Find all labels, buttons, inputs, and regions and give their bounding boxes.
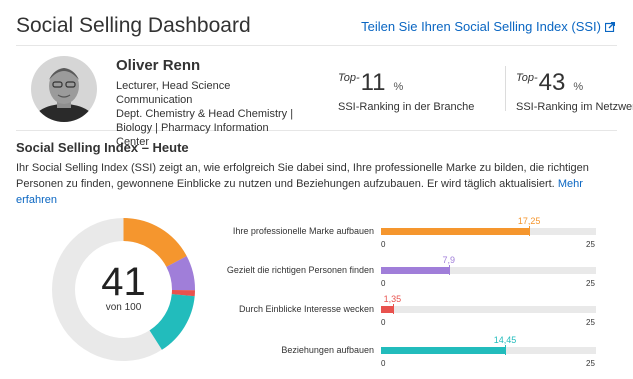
axis-tick-min: 0 (381, 359, 386, 368)
ssi-description: Ihr Social Selling Index (SSI) zeigt an,… (16, 160, 622, 208)
bar-fill[interactable] (381, 347, 506, 354)
profile-card: Oliver Renn Lecturer, Head Science Commu… (16, 46, 633, 148)
ssi-section-title: Social Selling Index – Heute (16, 140, 189, 155)
profile-name[interactable]: Oliver Renn (116, 57, 200, 74)
rank-value: 43 (538, 69, 566, 96)
axis-tick-max: 25 (586, 318, 595, 327)
bar-fill[interactable] (381, 306, 393, 313)
axis-tick-min: 0 (381, 240, 386, 249)
rank-label: SSI-Ranking im Netzwerk (516, 101, 633, 113)
bar-fill[interactable] (381, 228, 530, 235)
bar-value-label: 14,45 (493, 335, 517, 345)
axis-tick-max: 25 (586, 240, 595, 249)
page-title: Social Selling Dashboard (16, 14, 251, 37)
rank-prefix: Top- (338, 72, 360, 84)
ssi-description-text: Ihr Social Selling Index (SSI) zeigt an,… (16, 162, 589, 190)
bar-track (381, 226, 596, 236)
bar-marker (529, 226, 531, 236)
bar-track (381, 345, 596, 355)
bar-value-label: 1,35 (383, 294, 402, 304)
bar-marker (392, 304, 394, 314)
headline-line: Lecturer, Head Science Communication (116, 80, 231, 106)
bar-category-label: Durch Einblicke Interesse wecken (238, 304, 374, 314)
bar-category-label: Gezielt die richtigen Personen finden (226, 265, 374, 275)
share-ssi-label: Teilen Sie Ihren Social Selling Index (S… (361, 19, 601, 34)
axis-tick-min: 0 (381, 318, 386, 327)
bar-fill[interactable] (381, 267, 449, 274)
dashboard-header: Social Selling Dashboard Teilen Sie Ihre… (16, 0, 617, 46)
bar-track (381, 304, 596, 314)
bar-value-label: 7,9 (442, 255, 455, 265)
rank-unit: % (573, 81, 584, 93)
network-ranking: Top-43% SSI-Ranking im Netzwerk (516, 66, 633, 114)
bar-category-label: Beziehungen aufbauen (281, 345, 374, 355)
profile-headline: Lecturer, Head Science Communication Dep… (116, 79, 296, 149)
headline-line: Dept. Chemistry & Head Chemistry | (116, 108, 294, 120)
industry-ranking: Top-11% SSI-Ranking in der Branche (338, 66, 506, 113)
bar-marker (448, 265, 450, 275)
rank-label: SSI-Ranking in der Branche (338, 101, 475, 113)
axis-tick-max: 25 (586, 359, 595, 368)
avatar[interactable] (31, 56, 97, 122)
share-ssi-link[interactable]: Teilen Sie Ihren Social Selling Index (S… (361, 19, 615, 34)
axis-tick-min: 0 (381, 279, 386, 288)
external-link-icon (605, 22, 615, 32)
bar-marker (505, 345, 507, 355)
rank-prefix: Top- (516, 72, 538, 84)
axis-tick-max: 25 (586, 279, 595, 288)
profile-photo (31, 56, 97, 122)
rank-unit: % (393, 81, 404, 93)
rank-value: 11 (360, 69, 386, 96)
bar-value-label: 17,25 (517, 216, 541, 226)
bar-track (381, 265, 596, 275)
bar-category-label: Ihre professionelle Marke aufbauen (232, 226, 374, 236)
